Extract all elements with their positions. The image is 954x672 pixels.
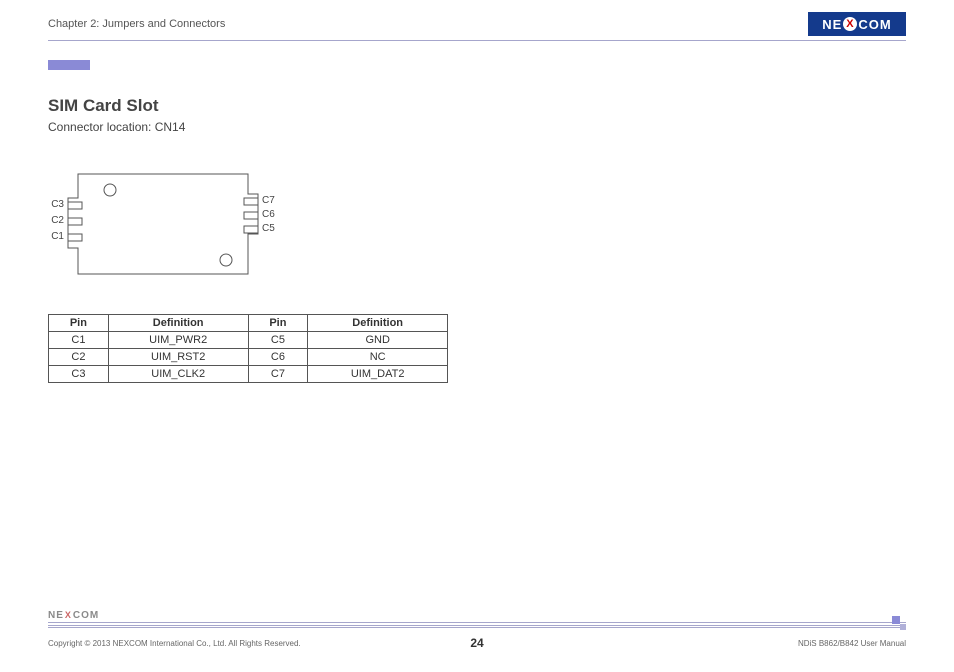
- footer-corner-icon: [892, 616, 906, 630]
- cell-def: NC: [308, 349, 448, 366]
- cell-def: UIM_RST2: [108, 349, 248, 366]
- table-row: C2 UIM_RST2 C6 NC: [49, 349, 448, 366]
- cell-pin: C3: [49, 366, 109, 383]
- cell-def: GND: [308, 332, 448, 349]
- table-row: C1 UIM_PWR2 C5 GND: [49, 332, 448, 349]
- pin-label-c2: C2: [44, 215, 64, 226]
- copyright-text: Copyright © 2013 NEXCOM International Co…: [48, 639, 301, 648]
- cell-pin: C2: [49, 349, 109, 366]
- section-accent: [48, 60, 90, 70]
- footer-brand-x-icon: X: [65, 610, 72, 620]
- chapter-label: Chapter 2: Jumpers and Connectors: [48, 18, 906, 30]
- cell-def: UIM_CLK2: [108, 366, 248, 383]
- th-def-b: Definition: [308, 315, 448, 332]
- footer-brand-pre: NE: [48, 610, 64, 621]
- cell-def: UIM_DAT2: [308, 366, 448, 383]
- connector-location: Connector location: CN14: [48, 120, 468, 134]
- pin-label-c5: C5: [262, 223, 282, 234]
- footer-brand-post: COM: [73, 610, 99, 621]
- cell-pin: C1: [49, 332, 109, 349]
- page-number: 24: [470, 636, 483, 650]
- header-divider: [48, 40, 906, 41]
- brand-post: COM: [858, 17, 891, 32]
- th-pin-a: Pin: [49, 315, 109, 332]
- section-title: SIM Card Slot: [48, 96, 468, 116]
- pin-label-c1: C1: [44, 231, 64, 242]
- th-pin-b: Pin: [248, 315, 308, 332]
- pin-label-c3: C3: [44, 199, 64, 210]
- brand-x-icon: X: [843, 17, 857, 31]
- cell-pin: C7: [248, 366, 308, 383]
- brand-logo: NE X COM: [808, 12, 906, 36]
- manual-name: NDiS B862/B842 User Manual: [798, 639, 906, 648]
- cell-pin: C6: [248, 349, 308, 366]
- table-row: C3 UIM_CLK2 C7 UIM_DAT2: [49, 366, 448, 383]
- pin-label-c7: C7: [262, 195, 282, 206]
- sim-slot-svg: [48, 164, 288, 284]
- cell-def: UIM_PWR2: [108, 332, 248, 349]
- sim-slot-diagram: C3 C2 C1 C7 C6 C5: [48, 164, 288, 284]
- th-def-a: Definition: [108, 315, 248, 332]
- pin-definition-table: Pin Definition Pin Definition C1 UIM_PWR…: [48, 314, 448, 383]
- brand-pre: NE: [822, 17, 842, 32]
- footer-brand-logo: NE X COM: [48, 608, 112, 622]
- footer-divider: [48, 622, 906, 628]
- pin-label-c6: C6: [262, 209, 282, 220]
- cell-pin: C5: [248, 332, 308, 349]
